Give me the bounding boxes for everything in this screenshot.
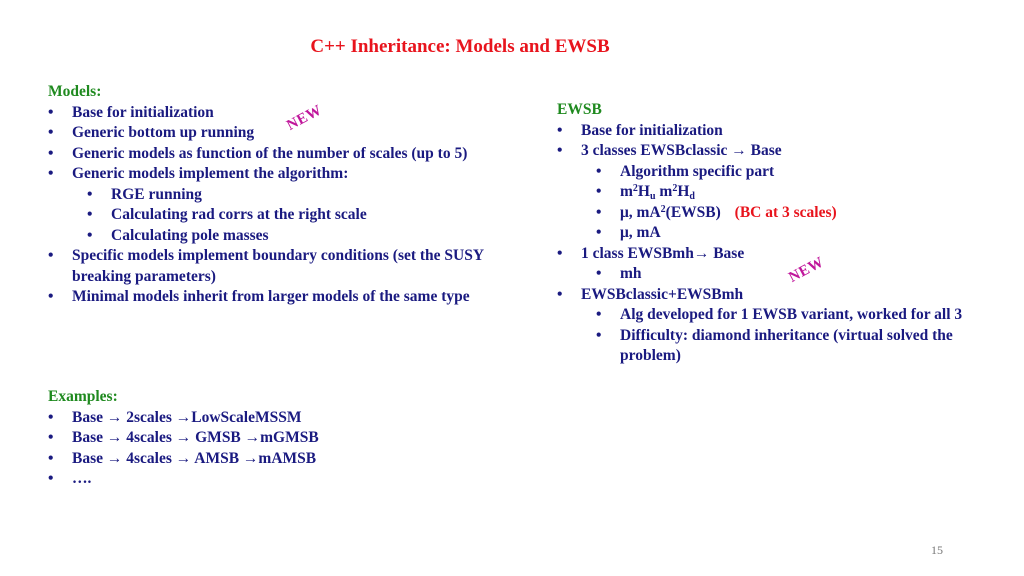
example-item: Base → 4scales → AMSB →mAMSB	[48, 449, 488, 470]
models-subitem: Calculating pole masses	[87, 226, 488, 247]
models-item: Generic models implement the algorithm:	[48, 164, 488, 185]
models-heading: Models:	[48, 83, 102, 100]
ewsb-item: 3 classes EWSBclassic → Base	[557, 141, 1007, 162]
example-item: ….	[48, 469, 488, 490]
example-item: Base → 2scales →LowScaleMSSM	[48, 408, 488, 429]
page-number: 15	[931, 543, 943, 557]
ewsb-subitem: Difficulty: diamond inheritance (virtual…	[596, 326, 1007, 367]
ewsb-section: EWSB Base for initialization 3 classes E…	[557, 100, 1007, 367]
models-item: Base for initialization	[48, 103, 488, 124]
ewsb-subitem-m2hu-m2hd: m2Hu m2Hd	[596, 182, 1007, 203]
models-section: Models: Base for initialization Generic …	[48, 82, 488, 308]
examples-heading: Examples:	[48, 388, 118, 405]
ewsb-heading: EWSB	[557, 101, 602, 118]
examples-section: Examples: Base → 2scales →LowScaleMSSM B…	[48, 387, 488, 490]
ewsb-item: Base for initialization	[557, 121, 1007, 142]
models-subitem: RGE running	[87, 185, 488, 206]
example-item: Base → 4scales → GMSB →mGMSB	[48, 428, 488, 449]
ewsb-item: EWSBclassic+EWSBmh	[557, 285, 1007, 306]
models-item: Specific models implement boundary condi…	[48, 246, 488, 287]
models-subitem: Calculating rad corrs at the right scale	[87, 205, 488, 226]
ewsb-item: 1 class EWSBmh→ Base	[557, 244, 1007, 265]
ewsb-subitem-mu-ma2: μ, mA2(EWSB) (BC at 3 scales)	[596, 203, 1007, 224]
models-item: Generic models as function of the number…	[48, 144, 488, 165]
ewsb-subitem: Algorithm specific part	[596, 162, 1007, 183]
bc-note: (BC at 3 scales)	[734, 203, 837, 221]
slide-title: C++ Inheritance: Models and EWSB	[310, 36, 610, 57]
ewsb-subitem: Alg developed for 1 EWSB variant, worked…	[596, 305, 1007, 326]
models-item: Generic bottom up running	[48, 123, 488, 144]
ewsb-subitem: μ, mA	[596, 223, 1007, 244]
models-item: Minimal models inherit from larger model…	[48, 287, 488, 308]
